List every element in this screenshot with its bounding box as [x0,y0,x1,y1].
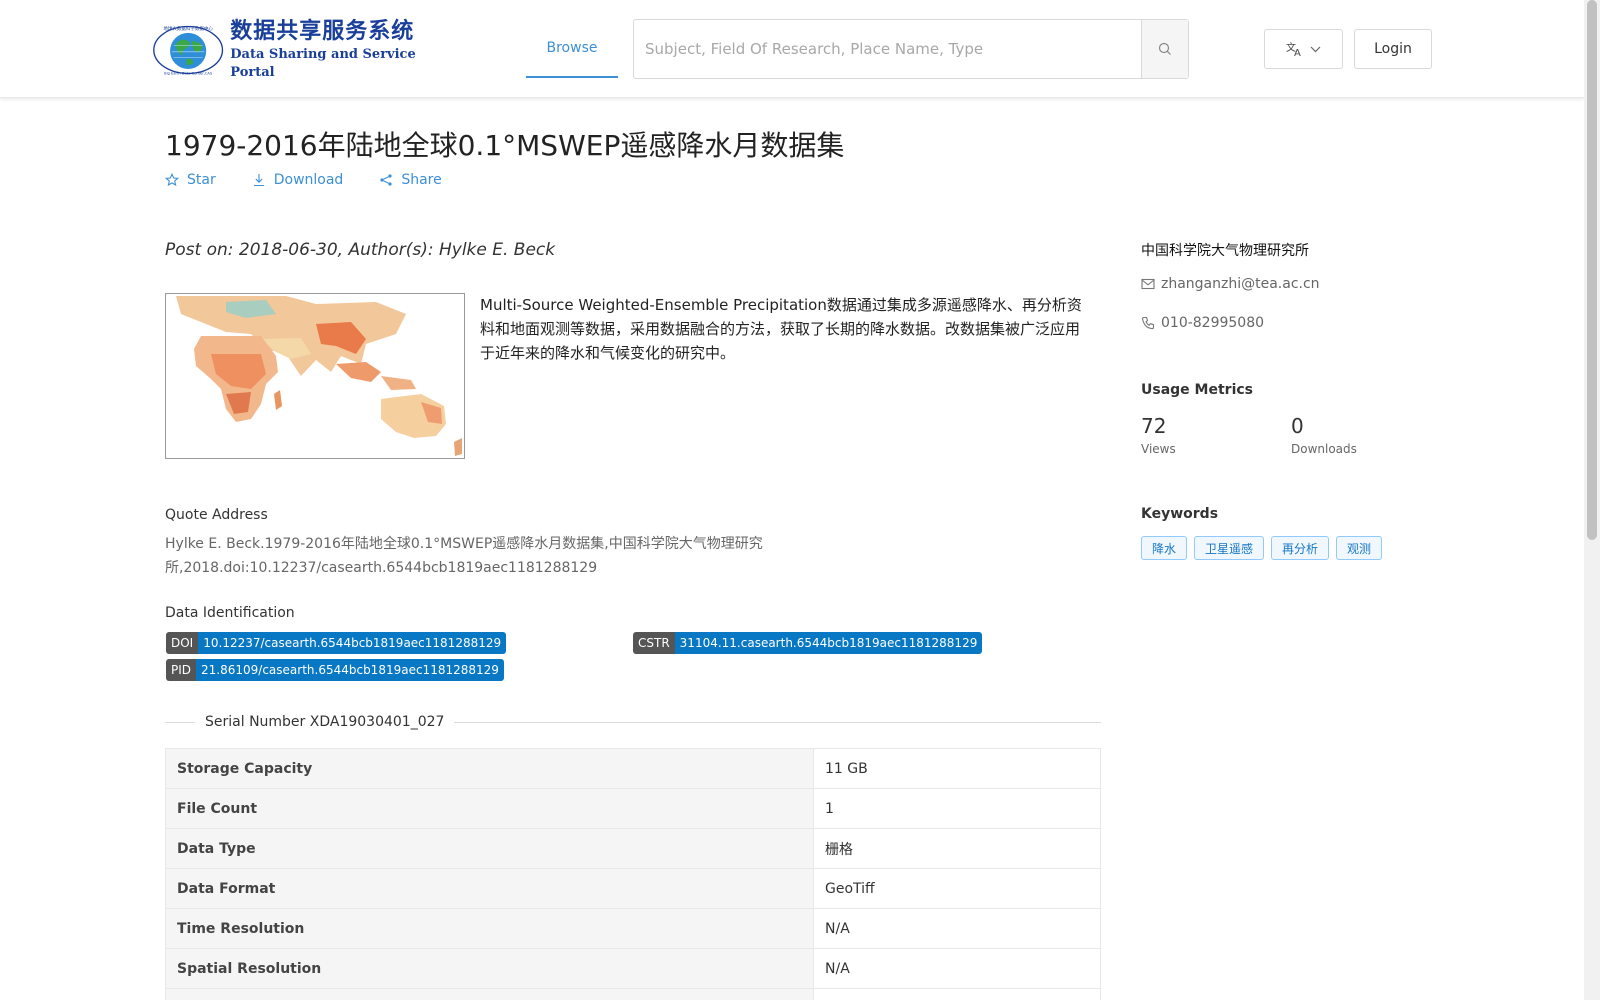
table-row: Storage Capacity 11 GB [165,748,1101,789]
table-row: Spatial Resolution N/A [165,948,1101,989]
keyword-tag[interactable]: 再分析 [1271,536,1330,560]
properties-table: Storage Capacity 11 GB File Count 1 Data… [165,748,1101,1000]
page-scrollbar[interactable] [1584,0,1600,1000]
translate-icon: 文 A [1286,41,1301,57]
svg-text:A: A [1294,48,1301,57]
site-logo[interactable]: 地球大数据科学数据中心 Big Earth Data Center,CAS 数据… [152,18,442,82]
property-key: Data Type [165,828,814,869]
share-label: Share [401,172,442,188]
table-row: Data Format GeoTiff [165,868,1101,909]
doi-value: 10.12237/casearth.6544bcb1819aec11812881… [198,632,507,654]
table-row [165,988,1101,1000]
precipitation-map-image [166,294,464,458]
dataset-description: Multi-Source Weighted-Ensemble Precipita… [480,296,1082,362]
cstr-value: 31104.11.casearth.6544bcb1819aec11812881… [674,632,983,654]
downloads-metric: 0 Downloads [1291,414,1357,456]
property-key: Spatial Resolution [165,948,814,989]
property-value: GeoTiff [813,868,1101,909]
property-value-partial [813,988,1101,1000]
identification-heading: Data Identification [165,605,295,621]
nav-browse-tab[interactable]: Browse [526,20,618,78]
downloads-label: Downloads [1291,442,1357,456]
doi-badge[interactable]: DOI 10.12237/casearth.6544bcb1819aec1181… [166,632,507,654]
property-key: Storage Capacity [165,748,814,789]
login-button[interactable]: Login [1354,29,1432,69]
property-value: 栅格 [813,828,1101,869]
cstr-badge[interactable]: CSTR 31104.11.casearth.6544bcb1819aec118… [633,632,983,654]
globe-logo-icon: 地球大数据科学数据中心 Big Earth Data Center,CAS [153,25,224,75]
download-button[interactable]: Download [252,172,344,188]
property-key: Time Resolution [165,908,814,949]
phone-icon [1141,316,1155,330]
logo-title-cn: 数据共享服务系统 [230,19,415,44]
share-button[interactable]: Share [379,172,442,188]
logo-text: 数据共享服务系统 Data Sharing and Service Portal [230,18,442,82]
scrollbar-thumb[interactable] [1587,0,1597,540]
mail-icon [1141,278,1155,290]
property-key: Data Format [165,868,814,909]
table-row: Time Resolution N/A [165,908,1101,949]
table-row: Data Type 栅格 [165,828,1101,869]
views-count: 72 [1141,414,1167,438]
property-value: 11 GB [813,748,1101,789]
logo-title-en: Data Sharing and Service Portal [230,47,416,80]
search-bar [633,19,1189,79]
star-button[interactable]: Star [165,172,216,188]
property-value: 1 [813,788,1101,829]
search-icon [1158,42,1171,55]
star-label: Star [187,172,216,188]
search-button[interactable] [1141,20,1188,78]
property-value: N/A [813,948,1101,989]
downloads-count: 0 [1291,414,1304,438]
doi-key: DOI [166,632,199,654]
pid-badge[interactable]: PID 21.86109/casearth.6544bcb1819aec1181… [166,659,504,681]
seal-subtext: Big Earth Data Center,CAS [164,71,213,75]
pid-key: PID [166,659,197,681]
pid-value: 21.86109/casearth.6544bcb1819aec11812881… [196,659,504,681]
views-label: Views [1141,442,1176,456]
post-info: Post on: 2018-06-30, Author(s): Hylke E.… [165,240,556,260]
page-title: 1979-2016年陆地全球0.1°MSWEP遥感降水月数据集 [165,129,845,162]
download-icon [253,174,264,187]
keywords-heading: Keywords [1141,506,1219,522]
phone-text: 010-82995080 [1161,315,1265,331]
keyword-tags: 降水 卫星遥感 再分析 观测 [1141,536,1383,560]
usage-metrics-heading: Usage Metrics [1141,382,1253,398]
quote-text: Hylke E. Beck.1979-2016年陆地全球0.1°MSWEP遥感降… [165,536,763,576]
language-switcher[interactable]: 文 A [1264,29,1343,69]
email-text: zhanganzhi@tea.ac.cn [1161,276,1320,292]
dataset-thumbnail[interactable] [165,293,465,459]
views-metric: 72 Views [1141,414,1176,456]
table-row: File Count 1 [165,788,1101,829]
organization-name: 中国科学院大气物理研究所 [1141,243,1309,259]
contact-phone: 010-82995080 [1141,315,1264,331]
keyword-tag[interactable]: 降水 [1141,536,1188,560]
search-input[interactable] [634,20,1141,78]
property-value: N/A [813,908,1101,949]
quote-heading: Quote Address [165,507,268,523]
share-icon [380,174,392,186]
keyword-tag[interactable]: 卫星遥感 [1194,536,1265,560]
star-icon [165,173,179,187]
dataset-actions: Star Download Share [165,172,442,188]
keyword-tag[interactable]: 观测 [1336,536,1383,560]
chevron-down-icon [1310,46,1321,52]
top-header: 地球大数据科学数据中心 Big Earth Data Center,CAS 数据… [0,0,1584,98]
property-key-partial [165,988,814,1000]
serial-number: Serial Number XDA19030401_027 [195,714,455,730]
cstr-key: CSTR [633,632,675,654]
contact-email[interactable]: zhanganzhi@tea.ac.cn [1141,276,1320,292]
property-key: File Count [165,788,814,829]
download-label: Download [273,172,344,188]
